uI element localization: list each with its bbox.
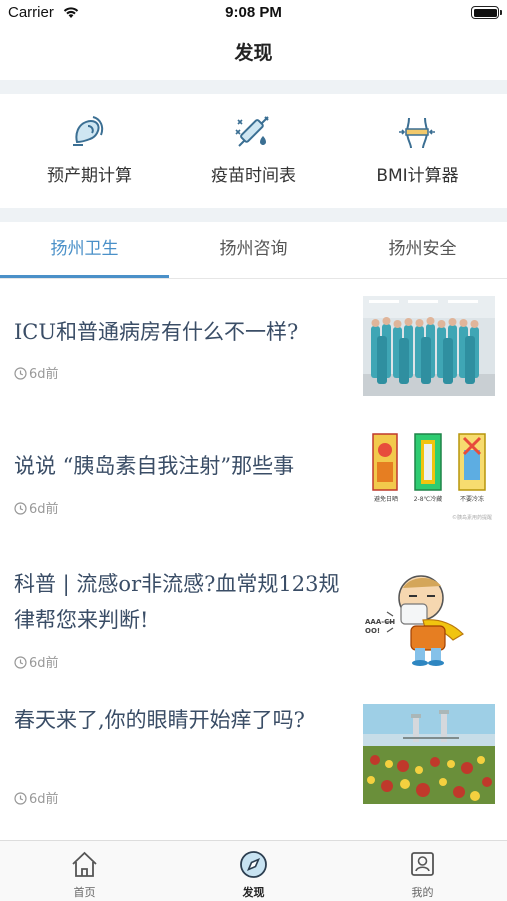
news-meta: 6d前 xyxy=(14,363,59,382)
clock-icon xyxy=(14,792,27,805)
page-title: 发现 xyxy=(234,42,273,64)
tabbar-label: 我的 xyxy=(411,886,434,899)
news-item[interactable]: 春天来了,你的眼睛开始痒了吗? 6d前 xyxy=(0,690,507,820)
insulin-storage-image: 避免日晒 2-8℃冷藏 不要冷冻 ©胰岛素用药提醒 xyxy=(363,430,495,530)
news-item[interactable]: ICU和普通病房有什么不一样? 6d前 xyxy=(0,282,507,412)
tab-yangzhou-health[interactable]: 扬州卫生 xyxy=(0,222,169,278)
news-title: 科普 | 流感or非流感?血常规123规律帮您来判断! xyxy=(14,572,340,632)
sneeze-text: AAA-CHOO! xyxy=(365,618,396,635)
vaccine-schedule-button[interactable]: 疫苗时间表 xyxy=(169,94,338,208)
category-tabs: 扬州卫生 扬州咨询 扬州安全 xyxy=(0,222,507,279)
vaccine-syringe-icon xyxy=(235,116,269,147)
bottom-tab-bar: 首页 发现 我的 xyxy=(0,840,507,901)
discover-compass-icon xyxy=(240,851,267,878)
tab-yangzhou-consult[interactable]: 扬州咨询 xyxy=(169,222,338,278)
sneezing-kid-illustration xyxy=(385,575,464,666)
news-time: 6d前 xyxy=(29,656,59,671)
clock-icon xyxy=(14,502,27,515)
profile-icon xyxy=(411,852,434,876)
tool-shortcuts: 预产期计算 疫苗时间表 BMI计算器 xyxy=(0,94,507,208)
tab-yangzhou-safety[interactable]: 扬州安全 xyxy=(338,222,507,278)
news-title: ICU和普通病房有什么不一样? xyxy=(14,320,299,344)
tabbar-discover[interactable]: 发现 xyxy=(169,841,338,901)
spring-garden-photo xyxy=(363,704,495,804)
tabbar-label: 发现 xyxy=(242,886,265,899)
news-item[interactable]: 说说 “胰岛素自我注射”那些事 6d前 避免日晒 2-8℃冷藏 不要冷冻 ©胰岛… xyxy=(0,418,507,548)
icu-staff-photo xyxy=(363,296,495,396)
tool-label: 疫苗时间表 xyxy=(211,166,296,186)
home-icon xyxy=(72,851,97,877)
insulin-caption: 避免日晒 xyxy=(373,496,398,503)
clock-icon xyxy=(14,656,27,669)
sneeze-cartoon-image: AAA-CHOO! xyxy=(363,566,495,666)
insulin-caption: 2-8℃冷藏 xyxy=(413,496,443,503)
tabbar-label: 首页 xyxy=(73,886,96,899)
pregnancy-icon xyxy=(73,116,104,146)
status-bar: Carrier 9:08 PM xyxy=(0,0,507,28)
tabbar-profile[interactable]: 我的 xyxy=(338,841,507,901)
tool-label: 预产期计算 xyxy=(47,166,132,186)
news-title: 说说 “胰岛素自我注射”那些事 xyxy=(14,454,295,478)
waist-measure-icon xyxy=(399,117,435,149)
section-divider xyxy=(0,208,507,222)
news-time: 6d前 xyxy=(29,367,59,382)
section-divider xyxy=(0,80,507,94)
due-date-calculator-button[interactable]: 预产期计算 xyxy=(5,94,174,208)
clock-icon xyxy=(14,367,27,380)
bmi-calculator-button[interactable]: BMI计算器 xyxy=(333,94,502,208)
tool-label: BMI计算器 xyxy=(376,166,459,186)
clock: 9:08 PM xyxy=(225,4,282,21)
news-item[interactable]: 科普 | 流感or非流感?血常规123规律帮您来判断! 6d前 AAA-CHOO… xyxy=(0,554,507,684)
news-meta: 6d前 xyxy=(14,498,59,517)
image-source-credit: ©胰岛素用药提醒 xyxy=(451,515,492,521)
news-time: 6d前 xyxy=(29,502,59,517)
news-meta: 6d前 xyxy=(14,652,59,671)
news-time: 6d前 xyxy=(29,792,59,807)
active-tab-indicator xyxy=(0,275,169,278)
tabbar-home[interactable]: 首页 xyxy=(0,841,169,901)
news-meta: 6d前 xyxy=(14,788,59,807)
news-title: 春天来了,你的眼睛开始痒了吗? xyxy=(14,708,305,732)
battery-icon xyxy=(471,6,502,19)
insulin-caption: 不要冷冻 xyxy=(459,496,484,503)
